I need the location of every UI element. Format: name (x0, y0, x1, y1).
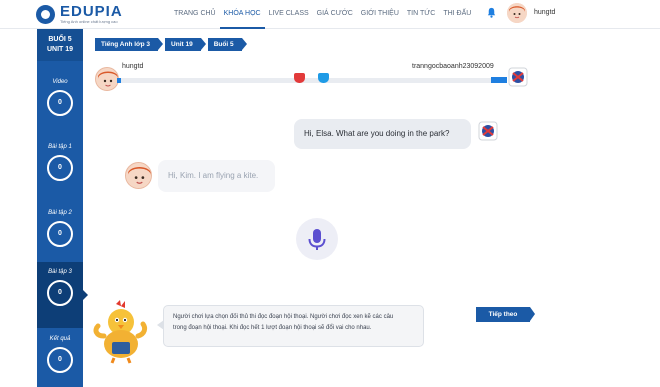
score-circle: 0 (47, 155, 73, 181)
active-pointer (83, 290, 88, 300)
nav-tin-tuc[interactable]: TIN TỨC (403, 0, 439, 29)
score-circle: 0 (47, 221, 73, 247)
lesson-sidebar: BUỔI 5 UNIT 19 Video 0 Bài tập 1 0 Bài t… (37, 29, 88, 387)
sidebar-item-bai-tap-3[interactable]: Bài tập 3 0 (37, 262, 88, 328)
edupia-logo[interactable]: EDUPIA Tiếng Anh online chất lượng cao (36, 4, 123, 25)
score-circle: 0 (47, 347, 73, 373)
username[interactable]: hungtd (534, 9, 555, 16)
breadcrumb: Tiếng Anh lớp 3 Unit 19 Buổi 5 (95, 38, 249, 51)
chicken-mascot (93, 300, 148, 364)
nav-gioi-thieu[interactable]: GIỚI THIỆU (357, 0, 403, 29)
player1-name: hungtd (122, 63, 144, 70)
kim-dialogue-bubble: Hi, Kim. I am flying a kite. (158, 160, 275, 192)
next-button[interactable]: Tiếp theo (476, 307, 535, 322)
bell-icon[interactable] (486, 7, 497, 18)
main-nav: TRANG CHỦ KHÓA HỌC LIVE CLASS GIÁ CƯỚC G… (170, 0, 475, 29)
red-mug-icon (294, 73, 305, 83)
sidebar-item-ket-qua[interactable]: Kết quả 0 (37, 329, 83, 387)
top-navigation-bar: EDUPIA Tiếng Anh online chất lượng cao T… (0, 0, 660, 29)
microphone-button[interactable] (296, 218, 338, 260)
progress-track (117, 78, 507, 83)
score-circle: 0 (47, 90, 73, 116)
nav-live-class[interactable]: LIVE CLASS (265, 0, 313, 29)
sidebar-item-bai-tap-1[interactable]: Bài tập 1 0 (37, 137, 83, 203)
blue-mug-icon (318, 73, 329, 83)
sidebar-item-bai-tap-2[interactable]: Bài tập 2 0 (37, 203, 83, 269)
breadcrumb-session[interactable]: Buổi 5 (207, 38, 247, 51)
session-label: BUỔI 5 (48, 36, 72, 43)
microphone-icon (308, 229, 326, 250)
kim-avatar (125, 162, 152, 189)
player2-avatar (508, 67, 528, 87)
logo-tagline: Tiếng Anh online chất lượng cao (60, 19, 118, 24)
logo-name: EDUPIA (60, 3, 123, 20)
score-circle: 0 (47, 280, 73, 306)
logo-icon (36, 5, 55, 24)
nav-thi-dau[interactable]: THI ĐẤU (439, 0, 475, 29)
nav-gia-cuoc[interactable]: GIÁ CƯỚC (313, 0, 357, 29)
player2-name: tranngocbaoanh23092009 (412, 63, 494, 70)
player1-progress (117, 78, 121, 83)
breadcrumb-course[interactable]: Tiếng Anh lớp 3 (95, 38, 164, 51)
lesson-header: BUỔI 5 UNIT 19 (37, 29, 83, 61)
nav-trang-chu[interactable]: TRANG CHỦ (170, 0, 220, 29)
instruction-line-2: trong đoạn hội thoại. Khi đọc hết 1 lượt… (173, 325, 372, 331)
nav-khoa-hoc[interactable]: KHÓA HỌC (219, 0, 265, 29)
player1-avatar (95, 67, 119, 91)
user-avatar[interactable] (507, 3, 527, 23)
unit-label: UNIT 19 (46, 46, 74, 53)
sidebar-item-video[interactable]: Video 0 (37, 72, 83, 138)
elsa-avatar (478, 121, 498, 141)
breadcrumb-unit[interactable]: Unit 19 (165, 38, 206, 51)
instruction-box: Người chơi lựa chọn đối thủ thi đọc đoạn… (163, 305, 424, 347)
instruction-line-1: Người chơi lựa chọn đối thủ thi đọc đoạn… (173, 314, 394, 320)
elsa-dialogue-bubble: Hi, Elsa. What are you doing in the park… (294, 119, 471, 149)
player2-progress (491, 77, 507, 83)
